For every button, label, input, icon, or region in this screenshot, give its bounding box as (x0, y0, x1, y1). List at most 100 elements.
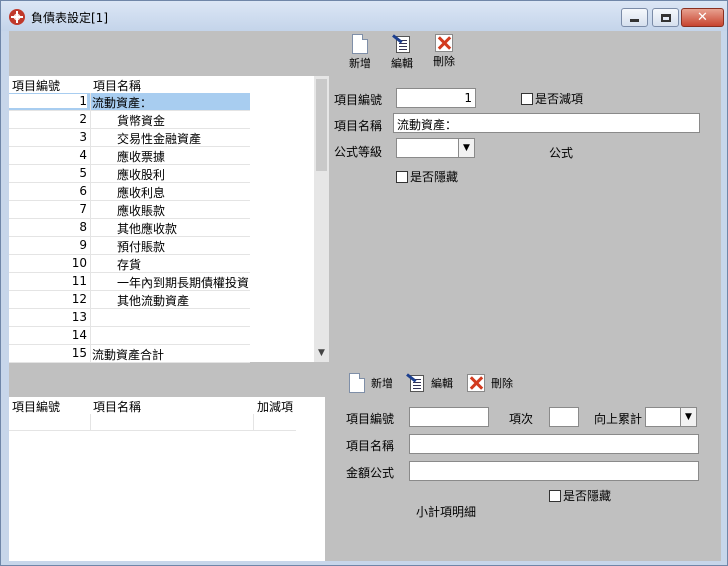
bottom-edit-button[interactable]: 編輯 (406, 373, 453, 393)
top-header-item-no: 項目編號 (12, 79, 61, 93)
bottom-grid-header: 項目編號 項目名稱 加減項 (9, 397, 325, 414)
top-new-button[interactable]: 新增 (339, 34, 381, 71)
row-item-no: 7 (79, 202, 87, 216)
table-row[interactable]: 4 應收票據 (9, 147, 250, 165)
row-item-name: 應收利息 (117, 186, 166, 200)
bottom-delete-button[interactable]: 刪除 (467, 373, 513, 393)
row-item-name: 交易性金融資產 (117, 132, 202, 146)
top-grid-scrollbar[interactable]: ▼ (314, 76, 329, 362)
bottom-amount-formula-label: 金額公式 (346, 466, 395, 480)
maximize-button[interactable] (652, 8, 679, 27)
client-area: 新增 編輯 刪除 項目編號 項目名稱 1 流動資產： 2 貨幣資金 3 交易性金融資產 4 應… (9, 31, 721, 561)
table-row[interactable]: 8 其他應收款 (9, 219, 250, 237)
row-item-no: 1 (9, 94, 87, 108)
top-item-no-input[interactable]: 1 (396, 88, 476, 108)
row-item-name: 存貨 (117, 258, 142, 272)
bottom-toolbar: 新增 編輯 刪除 (349, 373, 527, 393)
table-row[interactable]: 2 貨幣資金 (9, 111, 250, 129)
edit-icon (406, 373, 425, 393)
top-edit-label: 編輯 (391, 57, 413, 70)
bottom-item-name-label: 項目名稱 (346, 439, 395, 453)
bottom-order-label: 項次 (509, 412, 534, 426)
row-item-no: 2 (79, 112, 87, 126)
close-button[interactable]: ✕ (681, 8, 724, 27)
row-item-name: 其他應收款 (117, 222, 178, 236)
app-window: 負債表設定[1] ✕ 新增 編輯 刪除 項目編號 項目名稱 1 流動資產： 2 … (0, 0, 728, 566)
top-items-grid[interactable]: 項目編號 項目名稱 1 流動資產： 2 貨幣資金 3 交易性金融資產 4 應收票據 5 應收股利 6… (9, 76, 314, 363)
top-grid-header: 項目編號 項目名稱 (9, 76, 314, 93)
top-edit-button[interactable]: 編輯 (381, 34, 423, 71)
minimize-icon (630, 19, 639, 22)
bottom-delete-label: 刪除 (491, 377, 513, 390)
top-delete-button[interactable]: 刪除 (423, 34, 465, 71)
top-hidden-label: 是否隱藏 (410, 170, 459, 184)
bottom-accumulate-select[interactable]: ▼ (645, 407, 697, 427)
bottom-order-input[interactable] (549, 407, 579, 427)
bottom-item-no-label: 項目編號 (346, 412, 395, 426)
row-item-no: 10 (71, 256, 87, 270)
table-row[interactable]: 9 預付賬款 (9, 237, 250, 255)
table-row[interactable]: 11 一年內到期長期債權投資 (9, 273, 250, 291)
bottom-header-deduct: 加減項 (257, 400, 294, 414)
top-item-no-label: 項目編號 (334, 93, 383, 107)
row-item-no: 8 (79, 220, 87, 234)
maximize-icon (660, 13, 671, 22)
row-item-no: 11 (71, 274, 87, 288)
row-item-name: 應收票據 (117, 150, 166, 164)
top-item-name-input[interactable]: 流動資產： (393, 113, 700, 133)
row-item-no: 15 (71, 346, 87, 360)
row-item-no: 12 (71, 292, 87, 306)
table-row[interactable]: 3 交易性金融資產 (9, 129, 250, 147)
bottom-item-no-input[interactable] (409, 407, 489, 427)
table-row[interactable] (9, 414, 296, 431)
row-item-no: 3 (79, 130, 87, 144)
row-item-name: 流動資產： (92, 96, 153, 110)
scroll-down-icon[interactable]: ▼ (314, 348, 329, 362)
edit-icon (392, 34, 411, 54)
top-hidden-checkbox[interactable]: 是否隱藏 (396, 168, 458, 185)
title-bar[interactable]: 負債表設定[1] ✕ (1, 1, 727, 31)
top-delete-label: 刪除 (433, 55, 455, 68)
row-item-no: 6 (79, 184, 87, 198)
table-row[interactable]: 10 存貨 (9, 255, 250, 273)
bottom-new-button[interactable]: 新增 (349, 373, 393, 393)
bottom-hidden-checkbox[interactable]: 是否隱藏 (549, 487, 611, 504)
top-deduct-label: 是否減項 (535, 92, 584, 106)
top-item-name-label: 項目名稱 (334, 119, 383, 133)
row-item-name: 其他流動資產 (117, 294, 190, 308)
bottom-item-name-input[interactable] (409, 434, 699, 454)
table-row[interactable]: 15 流動資產合計 (9, 345, 250, 363)
row-item-name: 預付賬款 (117, 240, 166, 254)
bottom-hidden-label: 是否隱藏 (563, 489, 612, 503)
bottom-amount-formula-input[interactable] (409, 461, 699, 481)
row-item-no: 9 (79, 238, 87, 252)
new-document-icon (352, 34, 368, 54)
row-item-name: 流動資產合計 (92, 348, 165, 362)
table-row[interactable]: 7 應收賬款 (9, 201, 250, 219)
table-row[interactable]: 14 (9, 327, 250, 345)
delete-icon (435, 34, 453, 52)
row-item-name: 應收股利 (117, 168, 166, 182)
scroll-thumb[interactable] (316, 79, 327, 171)
bottom-subtotal-label: 小計項明細 (416, 505, 477, 519)
table-row[interactable]: 6 應收利息 (9, 183, 250, 201)
row-item-no: 14 (71, 328, 87, 342)
chevron-down-icon[interactable]: ▼ (680, 408, 696, 426)
top-header-item-name: 項目名稱 (93, 79, 142, 93)
table-row[interactable]: 13 (9, 309, 250, 327)
row-item-no: 4 (79, 148, 87, 162)
row-item-name: 應收賬款 (117, 204, 166, 218)
top-deduct-checkbox[interactable]: 是否減項 (521, 90, 583, 107)
new-document-icon (349, 373, 365, 393)
table-row[interactable]: 5 應收股利 (9, 165, 250, 183)
checkbox-icon (549, 489, 561, 502)
top-new-label: 新增 (349, 57, 371, 70)
table-row[interactable]: 12 其他流動資產 (9, 291, 250, 309)
chevron-down-icon[interactable]: ▼ (458, 139, 474, 157)
minimize-button[interactable] (621, 8, 648, 27)
row-item-no: 5 (79, 166, 87, 180)
delete-icon (467, 374, 485, 392)
top-formula-level-select[interactable]: ▼ (396, 138, 475, 158)
table-row[interactable]: 1 流動資產： (9, 93, 250, 111)
bottom-items-grid[interactable]: 項目編號 項目名稱 加減項 (9, 397, 325, 561)
